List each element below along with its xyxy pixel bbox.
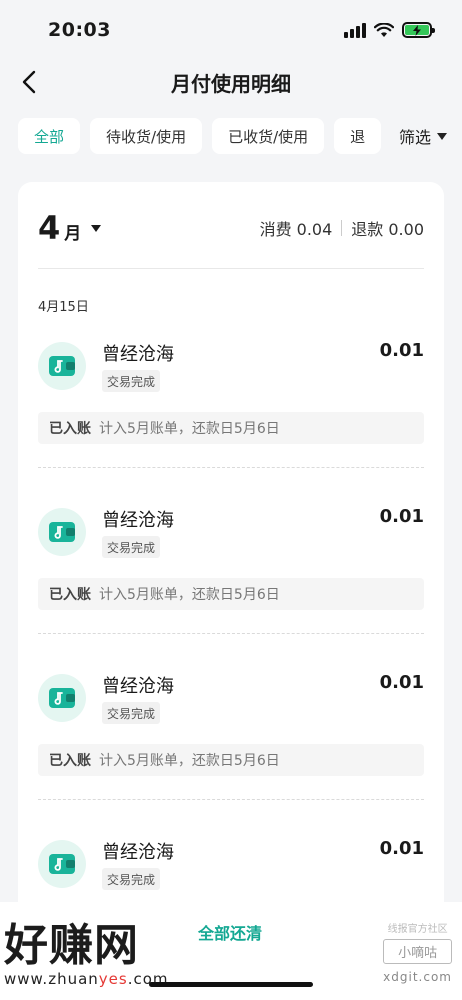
dashed-divider xyxy=(38,633,424,634)
watermark-box-text: 小嘀咕 xyxy=(383,939,452,964)
cellular-signal-icon xyxy=(344,22,366,38)
transaction-status-badge: 交易完成 xyxy=(102,536,161,558)
wallet-music-icon xyxy=(38,508,86,556)
filter-chip-all[interactable]: 全部 xyxy=(18,118,81,154)
wallet-music-icon xyxy=(38,840,86,888)
watermark-logo: 好赚网 www.zhuanyes.com xyxy=(4,920,169,989)
month-selector[interactable]: 4 月 xyxy=(38,209,102,247)
repay-all-button[interactable]: 全部还清 xyxy=(198,920,262,944)
wallet-music-icon xyxy=(38,674,86,722)
transaction-amount: 0.01 xyxy=(379,340,424,361)
home-indicator[interactable] xyxy=(149,982,313,987)
filter-chip-received[interactable]: 已收货/使用 xyxy=(212,118,325,154)
back-button[interactable] xyxy=(14,64,44,100)
transaction-status-badge: 交易完成 xyxy=(102,370,161,392)
summary-divider xyxy=(341,220,343,236)
battery-icon xyxy=(402,22,435,38)
watermark-url: www.zhuanyes.com xyxy=(4,970,169,988)
chevron-left-icon xyxy=(22,70,36,94)
refund-total: 退款 0.00 xyxy=(351,220,424,239)
filter-bar: 全部 待收货/使用 已收货/使用 退 筛选 xyxy=(18,118,462,154)
billing-tag: 已入账 xyxy=(49,753,91,769)
billing-text: 计入5月账单，还款日5月6日 xyxy=(99,753,280,769)
filter-label: 筛选 xyxy=(398,128,431,147)
filter-button[interactable]: 筛选 xyxy=(384,118,462,154)
dashed-divider xyxy=(38,467,424,468)
billing-tag: 已入账 xyxy=(49,587,91,603)
wallet-music-icon xyxy=(38,342,86,390)
billing-text: 计入5月账单，还款日5月6日 xyxy=(99,421,280,437)
transaction-merchant: 曾经沧海 xyxy=(102,510,174,531)
filter-chip-pending[interactable]: 待收货/使用 xyxy=(90,118,203,154)
page-title: 月付使用明细 xyxy=(171,71,291,96)
billing-note: 已入账 计入5月账单，还款日5月6日 xyxy=(38,578,424,610)
wifi-icon xyxy=(374,22,394,37)
transaction-status-badge: 交易完成 xyxy=(102,868,161,890)
transaction-item[interactable]: 曾经沧海 0.01 交易完成 已入账 计入5月账单，还款日5月6日 xyxy=(18,506,444,658)
status-bar: 20:03 xyxy=(0,0,462,60)
transaction-amount: 0.01 xyxy=(379,672,424,693)
transaction-item[interactable]: 曾经沧海 0.01 交易完成 已入账 计入5月账单，还款日5月6日 xyxy=(18,340,444,492)
caret-down-icon xyxy=(91,224,102,232)
month-number: 4 xyxy=(38,209,61,247)
dashed-divider xyxy=(38,799,424,800)
billing-note: 已入账 计入5月账单，还款日5月6日 xyxy=(38,412,424,444)
caret-down-icon xyxy=(437,132,447,140)
transaction-merchant: 曾经沧海 xyxy=(102,344,174,365)
statement-card: 4 月 消费 0.04 退款 0.00 4月15日 曾经沧海 0.01 交易完成… xyxy=(18,182,444,942)
transaction-status-badge: 交易完成 xyxy=(102,702,161,724)
filter-chips: 全部 待收货/使用 已收货/使用 退 xyxy=(18,118,383,154)
transaction-amount: 0.01 xyxy=(379,838,424,859)
transaction-item[interactable]: 曾经沧海 0.01 交易完成 已入账 计入5月账单，还款日5月6日 xyxy=(18,672,444,824)
billing-note: 已入账 计入5月账单，还款日5月6日 xyxy=(38,744,424,776)
watermark-domain: xdgit.com xyxy=(383,970,452,984)
nav-bar: 月付使用明细 xyxy=(0,60,462,104)
status-time: 20:03 xyxy=(48,19,111,41)
billing-text: 计入5月账单，还款日5月6日 xyxy=(99,587,280,603)
divider xyxy=(38,268,424,269)
month-unit: 月 xyxy=(64,224,82,244)
watermark-title: 好赚网 xyxy=(4,920,139,971)
transaction-merchant: 曾经沧海 xyxy=(102,842,174,863)
month-totals: 消费 0.04 退款 0.00 xyxy=(260,216,424,240)
status-icons xyxy=(344,22,435,38)
watermark-small-text: 线报官方社区 xyxy=(387,924,448,935)
filter-chip-refund[interactable]: 退 xyxy=(334,118,382,154)
spend-total: 消费 0.04 xyxy=(259,220,333,239)
transaction-merchant: 曾经沧海 xyxy=(102,676,174,697)
billing-tag: 已入账 xyxy=(49,421,91,437)
date-label: 4月15日 xyxy=(38,300,89,315)
transaction-amount: 0.01 xyxy=(379,506,424,527)
month-summary-row: 4 月 消费 0.04 退款 0.00 xyxy=(38,204,424,252)
watermark-badge: 线报官方社区 小嘀咕 xdgit.com xyxy=(383,920,452,984)
